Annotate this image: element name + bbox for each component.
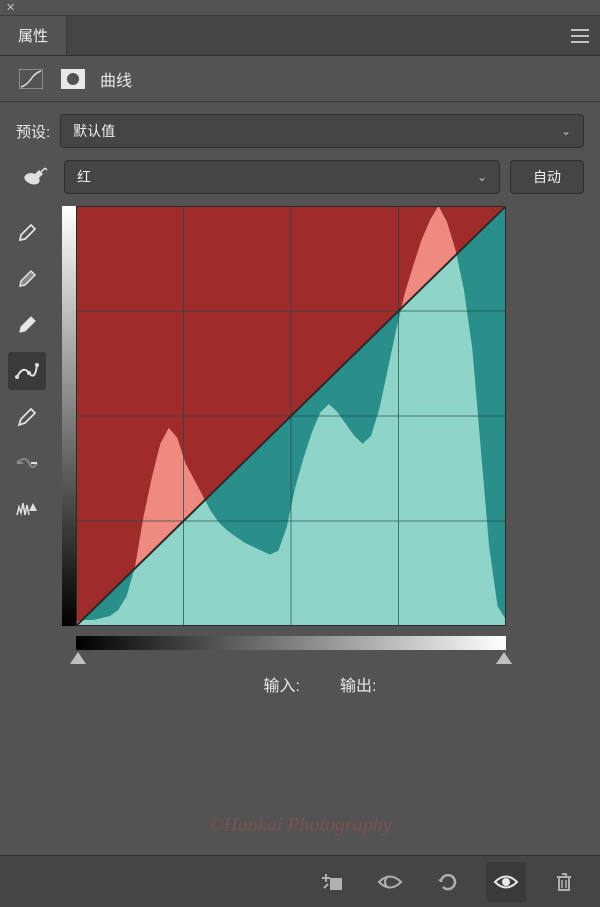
- delete-icon[interactable]: [544, 862, 584, 902]
- black-point-slider[interactable]: [70, 652, 86, 664]
- tab-label: 属性: [18, 25, 48, 46]
- input-gradient-strip: [76, 636, 506, 650]
- section-title: 曲线: [100, 67, 132, 91]
- chevron-down-icon: ⌄: [561, 124, 571, 138]
- view-previous-icon[interactable]: [370, 862, 410, 902]
- preset-select[interactable]: 默认值 ⌄: [60, 114, 584, 148]
- targeted-adjustment-icon[interactable]: [16, 160, 54, 194]
- channel-select[interactable]: 红 ⌄: [64, 160, 500, 194]
- channel-value: 红: [77, 167, 91, 187]
- visibility-toggle-icon[interactable]: [486, 862, 526, 902]
- preset-label: 预设:: [16, 121, 50, 142]
- curve-point-tool-icon[interactable]: [8, 352, 46, 390]
- eyedropper-gray-icon[interactable]: [8, 260, 46, 298]
- input-label: 输入:: [264, 672, 300, 696]
- eyedropper-black-icon[interactable]: [8, 214, 46, 252]
- reset-icon[interactable]: [428, 862, 468, 902]
- curves-adjustment-icon: [16, 64, 46, 94]
- close-icon[interactable]: ✕: [6, 1, 15, 14]
- white-point-slider[interactable]: [496, 652, 512, 664]
- auto-label: 自动: [533, 167, 561, 187]
- pencil-tool-icon[interactable]: [8, 398, 46, 436]
- output-label: 输出:: [340, 672, 376, 696]
- clip-to-layer-icon[interactable]: [312, 862, 352, 902]
- auto-button[interactable]: 自动: [510, 160, 584, 194]
- output-gradient-strip: [62, 206, 76, 626]
- panel-menu-icon[interactable]: [560, 16, 600, 55]
- smooth-tool-icon[interactable]: [8, 444, 46, 482]
- curves-plot[interactable]: [76, 206, 506, 626]
- eyedropper-white-icon[interactable]: [8, 306, 46, 344]
- curves-graph[interactable]: [76, 206, 516, 636]
- layer-mask-icon: [58, 64, 88, 94]
- tab-properties[interactable]: 属性: [0, 16, 67, 55]
- clip-warning-icon[interactable]: [8, 490, 46, 528]
- chevron-down-icon: ⌄: [477, 170, 487, 184]
- watermark-text: ©Hankai Photography: [0, 814, 600, 837]
- preset-value: 默认值: [73, 121, 115, 141]
